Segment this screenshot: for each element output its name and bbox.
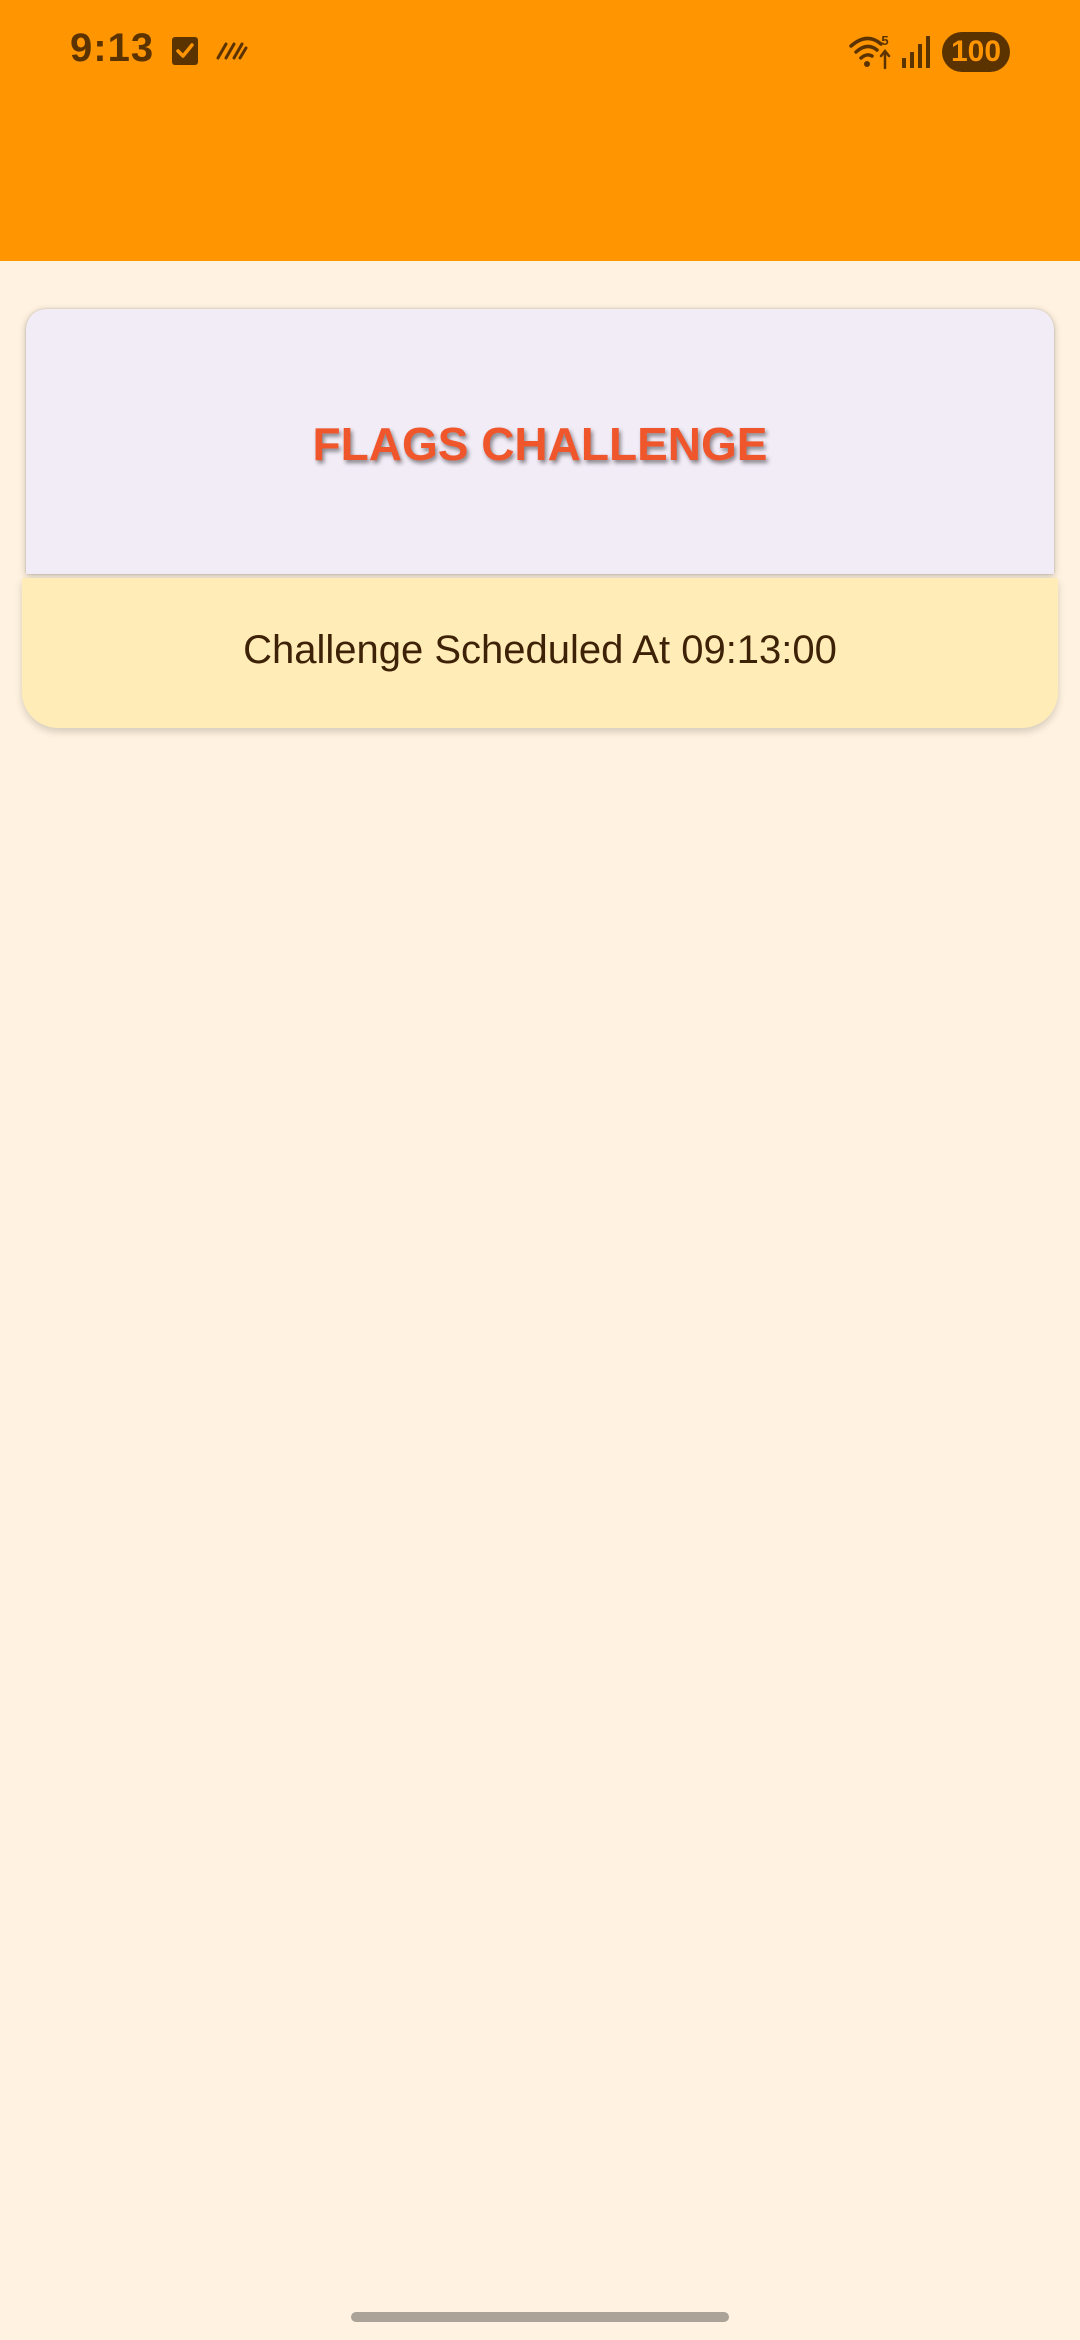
signal-icon: [902, 36, 930, 68]
wifi-icon: 5: [849, 34, 891, 70]
status-time: 9:13: [70, 26, 155, 70]
app-bar: 9:13 5 100: [0, 0, 1080, 261]
home-indicator[interactable]: [351, 2312, 729, 2322]
card-title: FLAGS CHALLENGE: [312, 418, 768, 470]
task-done-icon: [172, 37, 198, 65]
challenge-card: FLAGS CHALLENGE: [26, 309, 1054, 574]
silent-mode-icon: [216, 42, 248, 60]
schedule-text: Challenge Scheduled At 09:13:00: [243, 628, 837, 672]
wifi-badge: 5: [881, 34, 888, 48]
battery-indicator: 100: [942, 32, 1010, 72]
schedule-banner: Challenge Scheduled At 09:13:00: [22, 578, 1058, 728]
